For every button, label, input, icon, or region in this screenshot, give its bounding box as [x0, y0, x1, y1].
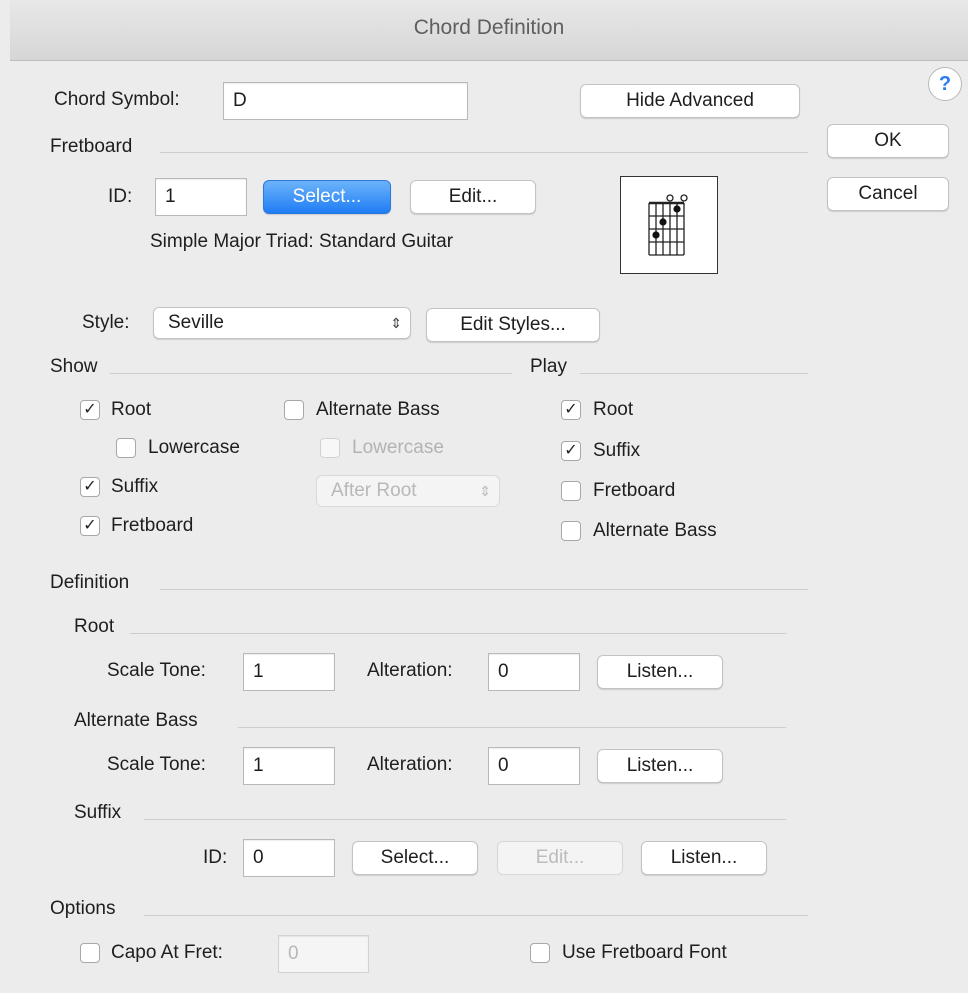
help-icon[interactable]: ? — [928, 67, 962, 101]
play-suffix-label: Suffix — [593, 440, 641, 461]
fretboard-edit-button[interactable]: Edit... — [410, 180, 536, 214]
use-fretboard-font-label: Use Fretboard Font — [562, 942, 727, 963]
hide-advanced-button[interactable]: Hide Advanced — [580, 84, 800, 118]
suffix-listen-button[interactable]: Listen... — [641, 841, 767, 875]
suffix-id-label: ID: — [203, 847, 228, 868]
show-fretboard-checkbox[interactable]: ✓ — [80, 516, 100, 536]
show-fretboard-label: Fretboard — [111, 515, 194, 536]
alternate-bass-position-select[interactable]: After Root ⇕ — [316, 475, 500, 507]
root-scale-tone-label: Scale Tone: — [107, 660, 206, 681]
play-fretboard-label: Fretboard — [593, 480, 676, 501]
alt-bass-subheading: Alternate Bass — [74, 710, 198, 731]
options-heading: Options — [50, 898, 116, 919]
chord-diagram-icon — [648, 194, 688, 256]
fretboard-heading: Fretboard — [50, 136, 133, 157]
show-divider — [110, 373, 512, 374]
root-subheading: Root — [74, 616, 115, 637]
fretboard-description: Simple Major Triad: Standard Guitar — [150, 231, 454, 252]
show-root-checkbox[interactable]: ✓ — [80, 400, 100, 420]
show-suffix-checkbox[interactable]: ✓ — [80, 477, 100, 497]
fretboard-id-label: ID: — [108, 186, 133, 207]
style-select[interactable]: Seville ⇕ — [153, 307, 411, 339]
show-alt-lowercase-label: Lowercase — [352, 437, 444, 458]
show-lowercase-label: Lowercase — [148, 437, 240, 458]
show-alternate-bass-checkbox[interactable] — [284, 400, 304, 420]
options-divider — [144, 915, 808, 916]
cancel-button[interactable]: Cancel — [827, 177, 949, 211]
show-alternate-bass-label: Alternate Bass — [316, 399, 440, 420]
suffix-divider — [144, 819, 786, 820]
definition-heading: Definition — [50, 572, 130, 593]
play-heading: Play — [530, 356, 567, 377]
play-root-label: Root — [593, 399, 634, 420]
dialog-panel: Chord Symbol: D Hide Advanced ? OK Cance… — [10, 61, 968, 993]
show-heading: Show — [50, 356, 98, 377]
capo-fret-input[interactable]: 0 — [278, 935, 369, 973]
suffix-select-button[interactable]: Select... — [352, 841, 478, 875]
style-select-value: Seville — [168, 312, 224, 333]
chord-symbol-input[interactable]: D — [223, 82, 468, 120]
alt-bass-scale-tone-input[interactable]: 1 — [243, 747, 335, 785]
alt-bass-scale-tone-label: Scale Tone: — [107, 754, 206, 775]
play-root-checkbox[interactable]: ✓ — [561, 400, 581, 420]
window-title: Chord Definition — [413, 16, 565, 39]
alt-bass-alteration-input[interactable]: 0 — [488, 747, 580, 785]
alt-bass-listen-button[interactable]: Listen... — [597, 749, 723, 783]
fretboard-divider — [160, 152, 808, 153]
updown-arrows-icon: ⇕ — [479, 483, 491, 499]
fretboard-select-button[interactable]: Select... — [263, 180, 391, 214]
show-suffix-label: Suffix — [111, 476, 159, 497]
use-fretboard-font-checkbox[interactable] — [530, 943, 550, 963]
alt-bass-divider — [238, 727, 786, 728]
alt-bass-alteration-label: Alteration: — [367, 754, 453, 775]
suffix-edit-button[interactable]: Edit... — [497, 841, 623, 875]
ok-button[interactable]: OK — [827, 124, 949, 158]
root-listen-button[interactable]: Listen... — [597, 655, 723, 689]
edit-styles-button[interactable]: Edit Styles... — [426, 308, 600, 342]
show-root-label: Root — [111, 399, 152, 420]
play-alternate-bass-label: Alternate Bass — [593, 520, 717, 541]
alternate-bass-position-value: After Root — [331, 480, 417, 501]
play-suffix-checkbox[interactable]: ✓ — [561, 441, 581, 461]
root-alteration-input[interactable]: 0 — [488, 653, 580, 691]
suffix-subheading: Suffix — [74, 802, 122, 823]
updown-arrows-icon: ⇕ — [390, 315, 402, 331]
play-alternate-bass-checkbox[interactable] — [561, 521, 581, 541]
root-scale-tone-input[interactable]: 1 — [243, 653, 335, 691]
play-divider — [580, 373, 808, 374]
fretboard-id-input[interactable]: 1 — [155, 178, 247, 216]
play-fretboard-checkbox[interactable] — [561, 481, 581, 501]
definition-divider — [160, 589, 808, 590]
root-divider — [130, 633, 786, 634]
style-label: Style: — [82, 312, 130, 333]
title-bar: Chord Definition — [10, 0, 968, 61]
chord-symbol-label: Chord Symbol: — [54, 89, 180, 110]
show-lowercase-checkbox[interactable] — [116, 438, 136, 458]
chord-diagram — [620, 176, 718, 274]
show-alt-lowercase-checkbox[interactable] — [320, 438, 340, 458]
capo-checkbox[interactable] — [80, 943, 100, 963]
root-alteration-label: Alteration: — [367, 660, 453, 681]
capo-label: Capo At Fret: — [111, 942, 223, 963]
suffix-id-input[interactable]: 0 — [243, 839, 335, 877]
